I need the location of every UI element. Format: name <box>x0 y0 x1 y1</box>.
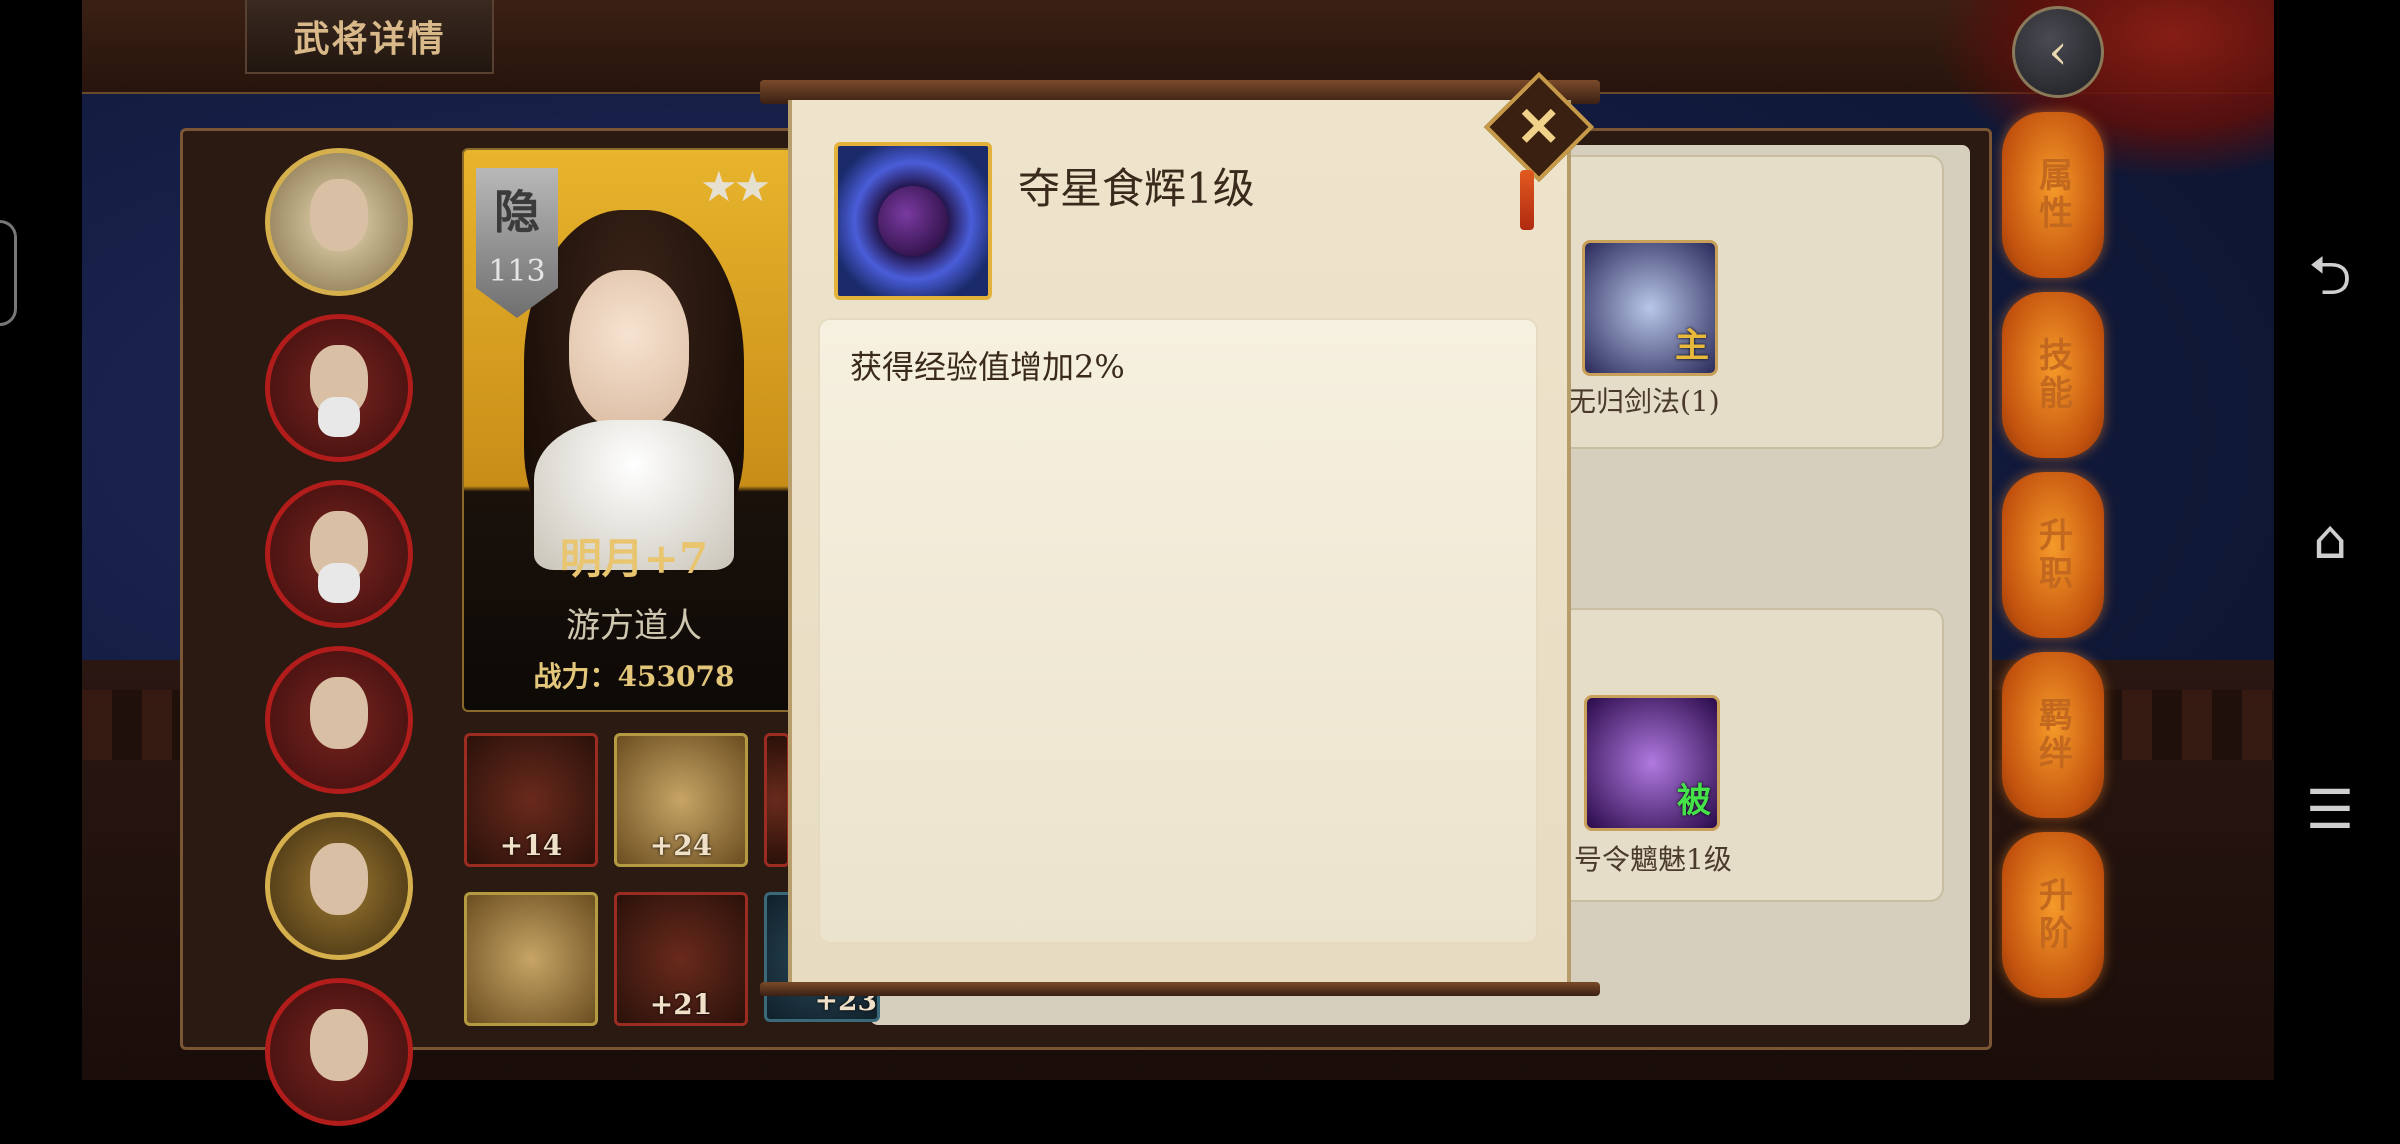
hero-face <box>569 270 689 430</box>
equip-level: +21 <box>649 988 713 1021</box>
passive-skill-tag: 被 <box>1677 781 1711 821</box>
equip-slot-armor[interactable]: +24 <box>614 733 748 867</box>
system-home-button[interactable]: ⌂ <box>2300 508 2360 571</box>
description-box <box>818 318 1538 944</box>
equip-slot-book[interactable] <box>464 892 598 1026</box>
hero-name: 明月+7 <box>559 534 709 583</box>
tab-promotion[interactable]: 升职 <box>2002 472 2104 638</box>
active-skill-tag: 主 <box>1675 326 1709 366</box>
roster-hero-1[interactable] <box>265 148 413 296</box>
roster-hero-2[interactable] <box>265 314 413 462</box>
hero-portrait-card[interactable]: 隐 113 ★★ 明月+7 游方道人 战力：453078 <box>462 148 806 712</box>
system-back-button[interactable]: ⮌ <box>2300 244 2360 308</box>
equip-level: +24 <box>649 829 713 862</box>
side-tab-bar: 属性 技能 升职 羁绊 升阶 <box>2002 112 2104 1012</box>
edge-handle[interactable] <box>0 220 17 326</box>
hero-power: 战力：453078 <box>464 655 804 695</box>
tab-bonds[interactable]: 羁绊 <box>2002 652 2104 818</box>
power-label: 战力： <box>533 660 618 693</box>
hero-class: 游方道人 <box>566 606 702 646</box>
tab-skills[interactable]: 技能 <box>2002 292 2104 458</box>
rank-badge: 隐 113 <box>476 168 558 318</box>
active-skill-name: 无归剑法(1) <box>1568 385 1720 418</box>
modal-title: 夺星食辉1级 <box>1018 164 1255 213</box>
page-title: 武将详情 <box>245 0 494 74</box>
equip-slot-helmet[interactable]: +21 <box>614 892 748 1026</box>
active-skill-icon[interactable]: 主 <box>1582 240 1718 376</box>
equip-slot-3[interactable] <box>764 733 790 867</box>
star-rating: ★★ <box>700 162 771 211</box>
modal-bottom-bar <box>760 982 1600 996</box>
back-button[interactable]: ‹ <box>2012 6 2104 98</box>
equip-level: +14 <box>499 829 563 862</box>
rank-glyph: 隐 <box>494 185 540 239</box>
power-value: 453078 <box>617 660 735 693</box>
passive-skill-name: 号令魑魅1级 <box>1574 843 1732 876</box>
chevron-left-icon: ‹ <box>2048 24 2068 80</box>
roster-hero-6[interactable] <box>265 978 413 1126</box>
roster-hero-5[interactable] <box>265 812 413 960</box>
close-icon: ✕ <box>1516 95 1562 159</box>
tassel-decoration <box>1520 170 1534 230</box>
tab-attributes[interactable]: 属性 <box>2002 112 2104 278</box>
roster-list <box>265 148 415 1144</box>
roster-hero-4[interactable] <box>265 646 413 794</box>
roster-hero-3[interactable] <box>265 480 413 628</box>
skill-description: 获得经验值增加2% <box>850 348 1125 386</box>
tab-advance[interactable]: 升阶 <box>2002 832 2104 998</box>
rank-number: 113 <box>488 254 546 289</box>
system-menu-button[interactable]: ☰ <box>2300 778 2360 841</box>
equip-slot-weapon[interactable]: +14 <box>464 733 598 867</box>
skill-orb-icon <box>834 142 992 300</box>
passive-skill-icon[interactable]: 被 <box>1584 695 1720 831</box>
